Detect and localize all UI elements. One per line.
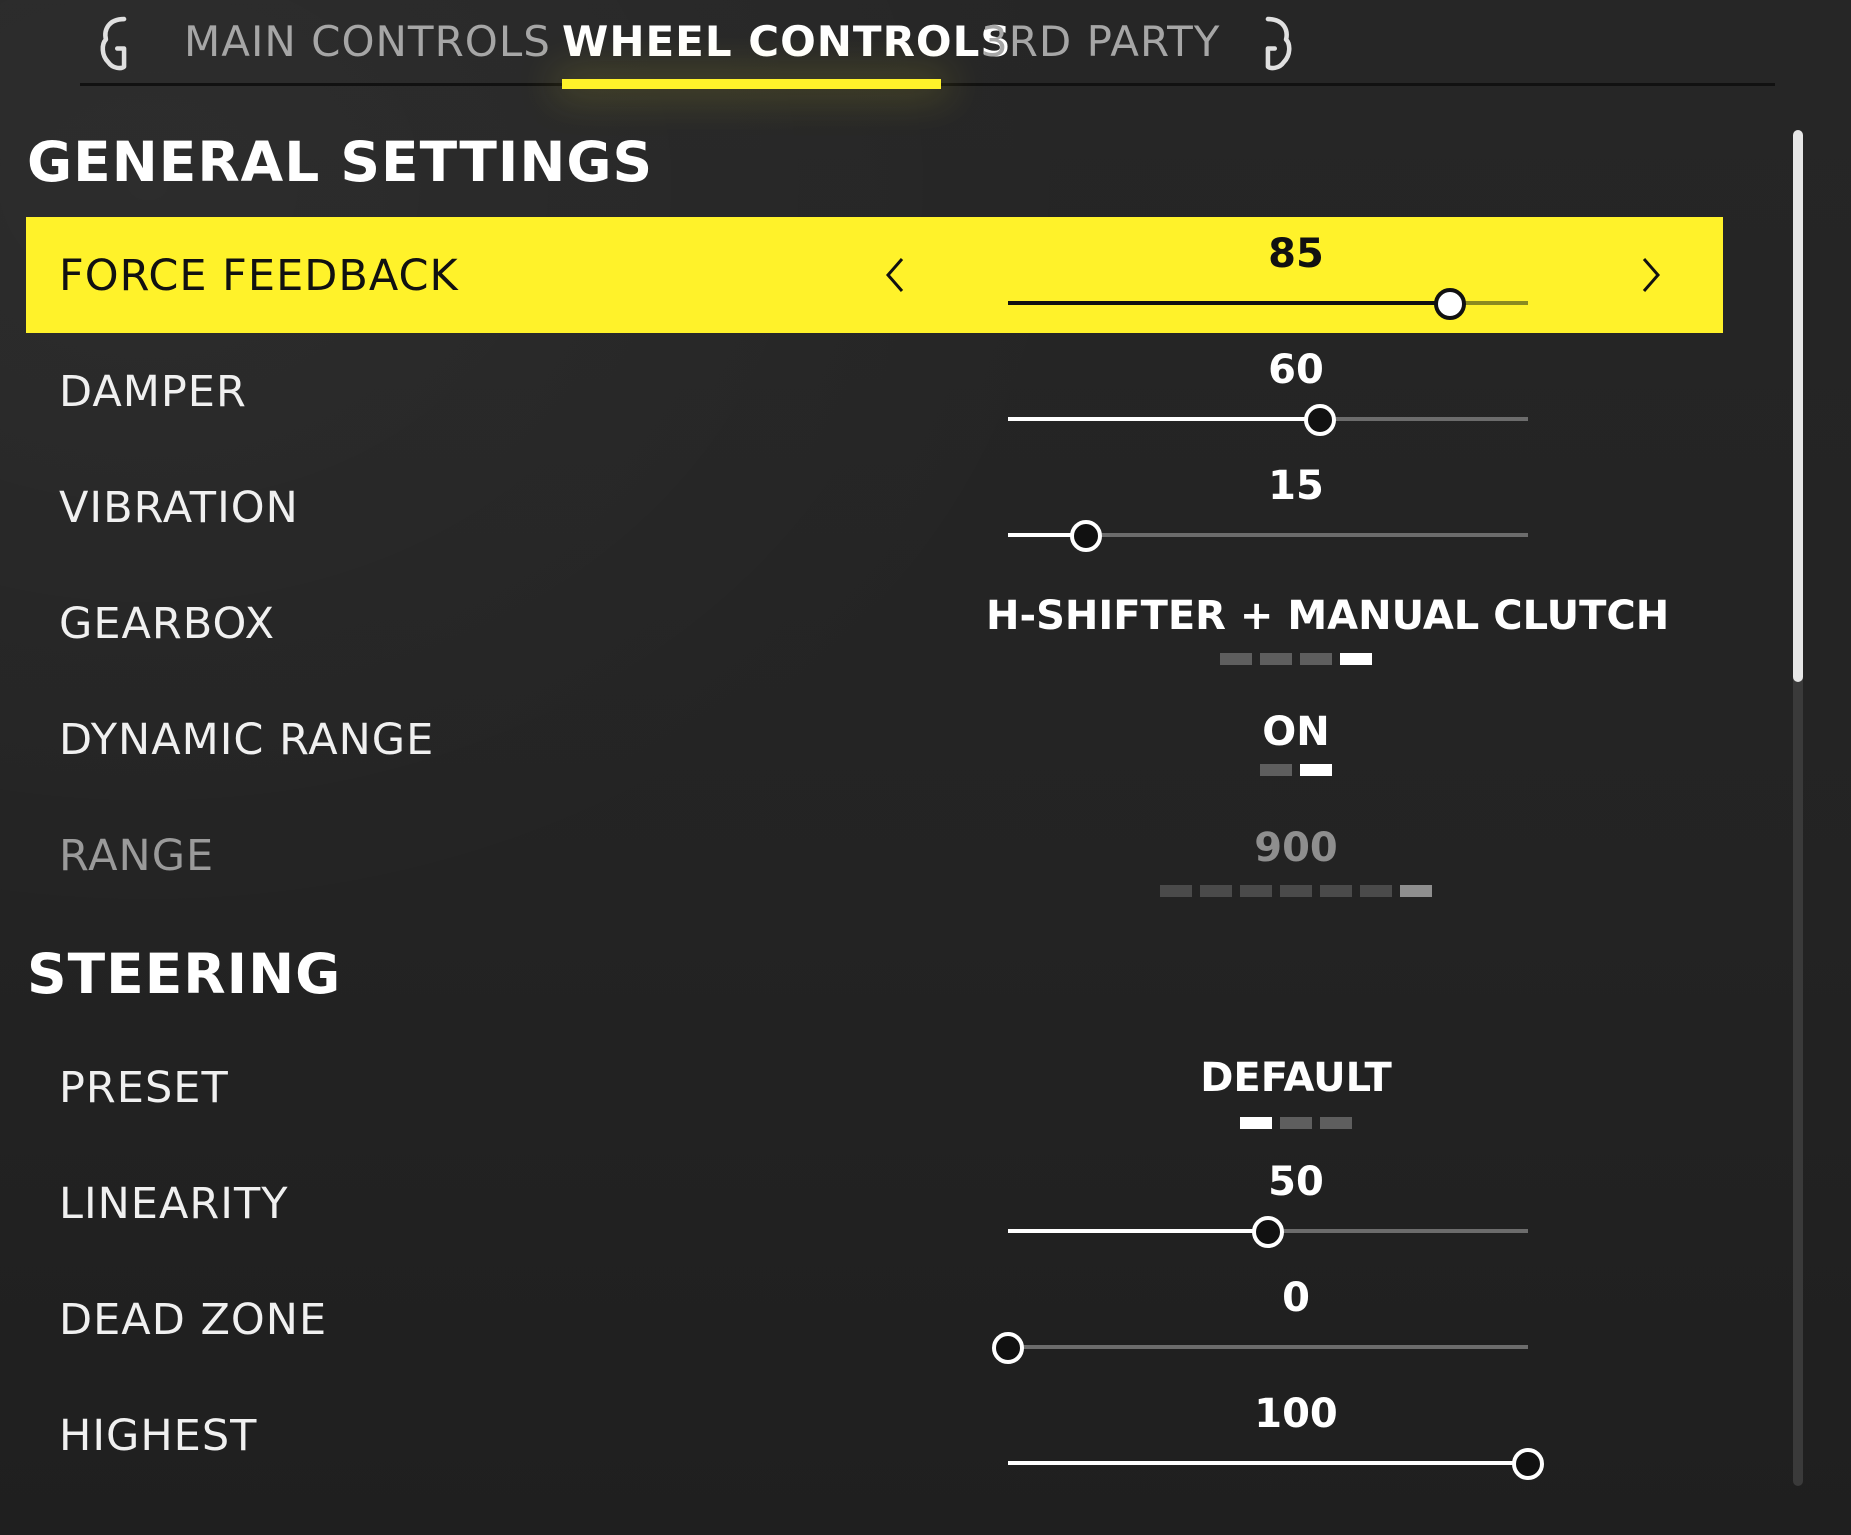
option-pip	[1240, 1117, 1272, 1129]
setting-label: GEARBOX	[59, 599, 276, 649]
scrollbar-thumb[interactable]	[1793, 130, 1803, 682]
slider-handle[interactable]	[1434, 288, 1466, 320]
setting-row-highest[interactable]: HIGHEST 100	[26, 1377, 1723, 1493]
setting-label: FORCE FEEDBACK	[59, 251, 459, 301]
option-pip	[1280, 885, 1312, 897]
setting-value: H-SHIFTER + MANUAL CLUTCH	[986, 593, 1670, 639]
option-pip	[1360, 885, 1392, 897]
setting-row-range: RANGE 900	[26, 797, 1723, 913]
scrollbar[interactable]	[1793, 130, 1803, 1486]
setting-value: 85	[1268, 231, 1324, 277]
active-tab-indicator	[562, 79, 941, 89]
slider-handle[interactable]	[992, 1332, 1024, 1364]
setting-row-vibration[interactable]: VIBRATION 15	[26, 449, 1723, 565]
option-pip	[1320, 1117, 1352, 1129]
option-indicator	[986, 653, 1606, 665]
setting-label: RANGE	[59, 831, 215, 881]
option-indicator	[986, 764, 1606, 776]
setting-value: DEFAULT	[1200, 1055, 1392, 1101]
option-pip	[1200, 885, 1232, 897]
setting-label: PRESET	[59, 1063, 229, 1113]
lb-bumper-icon[interactable]	[90, 10, 140, 78]
setting-value: 100	[1254, 1391, 1338, 1437]
setting-value: ON	[1262, 709, 1330, 755]
option-pip	[1160, 885, 1192, 897]
setting-label: VIBRATION	[59, 483, 299, 533]
option-indicator	[986, 1117, 1606, 1129]
tab-main-controls[interactable]: MAIN CONTROLS	[184, 14, 551, 70]
slider-handle[interactable]	[1304, 404, 1336, 436]
setting-label: DYNAMIC RANGE	[59, 715, 435, 765]
setting-label: LINEARITY	[59, 1179, 289, 1229]
option-pip	[1240, 885, 1272, 897]
option-pip	[1320, 885, 1352, 897]
slider-fill	[1008, 301, 1450, 305]
chevron-right-icon[interactable]	[1636, 253, 1666, 297]
option-pip	[1340, 653, 1372, 665]
rb-bumper-icon[interactable]	[1252, 10, 1302, 78]
tab-wheel-controls[interactable]: WHEEL CONTROLS	[562, 14, 1012, 70]
force-feedback-slider[interactable]	[1008, 286, 1528, 320]
setting-label: HIGHEST	[59, 1411, 258, 1461]
option-pip	[1300, 653, 1332, 665]
option-pip	[1400, 885, 1432, 897]
option-pip	[1260, 653, 1292, 665]
setting-value: 900	[1254, 825, 1338, 871]
option-pip	[1280, 1117, 1312, 1129]
setting-row-linearity[interactable]: LINEARITY 50	[26, 1145, 1723, 1261]
dead-zone-slider[interactable]	[992, 1330, 1528, 1364]
slider-fill	[1008, 417, 1320, 421]
setting-value: 0	[1282, 1275, 1310, 1321]
option-indicator	[986, 885, 1606, 897]
damper-slider[interactable]	[1008, 402, 1528, 436]
setting-value: 50	[1268, 1159, 1324, 1205]
option-pip	[1260, 764, 1292, 776]
highest-slider[interactable]	[1008, 1446, 1544, 1480]
slider-fill	[1008, 1229, 1268, 1233]
section-title-general: GENERAL SETTINGS	[27, 130, 654, 194]
setting-value: 15	[1268, 463, 1324, 509]
setting-row-preset[interactable]: PRESET DEFAULT	[26, 1029, 1723, 1145]
chevron-left-icon[interactable]	[880, 253, 910, 297]
slider-handle[interactable]	[1512, 1448, 1544, 1480]
setting-row-gearbox[interactable]: GEARBOX H-SHIFTER + MANUAL CLUTCH	[26, 565, 1723, 681]
slider-fill	[1008, 1461, 1528, 1465]
setting-row-damper[interactable]: DAMPER 60	[26, 333, 1723, 449]
linearity-slider[interactable]	[1008, 1214, 1528, 1248]
vibration-slider[interactable]	[1008, 518, 1528, 552]
setting-label: DEAD ZONE	[59, 1295, 328, 1345]
setting-row-dead-zone[interactable]: DEAD ZONE 0	[26, 1261, 1723, 1377]
setting-label: DAMPER	[59, 367, 247, 417]
setting-row-force-feedback[interactable]: FORCE FEEDBACK 85	[26, 217, 1723, 333]
slider-handle[interactable]	[1252, 1216, 1284, 1248]
tab-3rd-party[interactable]: 3RD PARTY	[981, 14, 1220, 70]
setting-value: 60	[1268, 347, 1324, 393]
slider-handle[interactable]	[1070, 520, 1102, 552]
option-pip	[1220, 653, 1252, 665]
option-pip	[1300, 764, 1332, 776]
tab-bar: MAIN CONTROLS WHEEL CONTROLS 3RD PARTY	[0, 0, 1851, 96]
slider-track	[1008, 1345, 1528, 1349]
section-title-steering: STEERING	[27, 942, 342, 1006]
setting-row-dynamic-range[interactable]: DYNAMIC RANGE ON	[26, 681, 1723, 797]
